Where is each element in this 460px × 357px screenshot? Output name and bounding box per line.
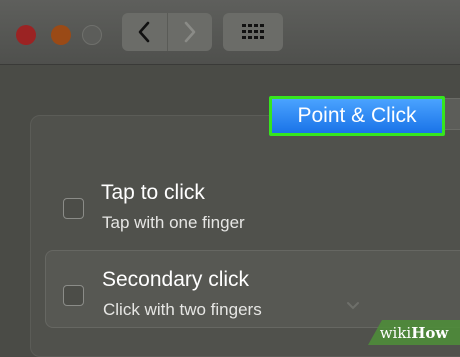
option-secondary-click: Secondary click Click with two fingers xyxy=(45,250,460,328)
secondary-click-checkbox[interactable] xyxy=(63,285,84,306)
option-subtitle: Tap with one finger xyxy=(102,213,245,232)
chevron-down-icon[interactable] xyxy=(346,301,360,311)
chevron-right-icon xyxy=(184,21,196,43)
watermark-suffix: How xyxy=(411,323,449,342)
option-title: Tap to click xyxy=(101,181,205,204)
tap-to-click-checkbox[interactable] xyxy=(63,198,84,219)
zoom-button[interactable] xyxy=(82,25,102,45)
minimize-button[interactable] xyxy=(51,25,71,45)
navigation-buttons xyxy=(122,13,212,51)
close-button[interactable] xyxy=(16,25,36,45)
option-tap-to-click: Tap to click Tap with one finger xyxy=(46,175,460,245)
tab-point-and-click[interactable]: Point & Click xyxy=(269,96,445,136)
forward-button[interactable] xyxy=(166,13,213,51)
watermark-logo: wiki How xyxy=(368,320,460,345)
back-button[interactable] xyxy=(122,13,167,51)
show-all-button[interactable] xyxy=(223,13,283,51)
title-bar xyxy=(0,0,460,65)
grid-icon xyxy=(242,24,264,39)
option-title: Secondary click xyxy=(102,268,250,291)
chevron-left-icon xyxy=(138,21,150,43)
option-subtitle: Click with two fingers xyxy=(103,300,262,319)
watermark-prefix: wiki xyxy=(379,323,412,342)
